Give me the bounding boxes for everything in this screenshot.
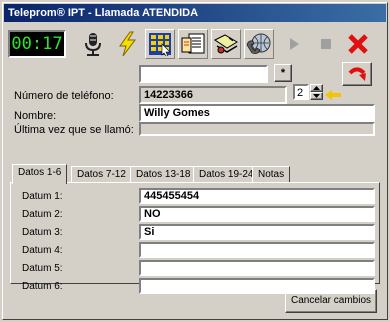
datum-label: Datum 1: bbox=[22, 191, 63, 202]
asterisk-button[interactable]: * bbox=[274, 64, 292, 82]
tab-datos-1-6[interactable]: Datos 1-6 bbox=[12, 164, 68, 184]
stop-button[interactable] bbox=[311, 29, 341, 59]
last-call-field bbox=[139, 122, 375, 136]
datum-label: Datum 5: bbox=[22, 263, 63, 274]
call-timer: 00:17 bbox=[8, 30, 66, 58]
arrow-up-icon bbox=[313, 86, 320, 90]
tab-datos-7-12[interactable]: Datos 7-12 bbox=[71, 166, 132, 183]
datum-3-input[interactable]: Si bbox=[139, 224, 375, 240]
pointer-arrow-icon bbox=[325, 90, 341, 100]
datum-label: Datum 4: bbox=[22, 245, 63, 256]
tab-datos-19-24[interactable]: Datos 19-24 bbox=[193, 166, 260, 183]
redial-button[interactable] bbox=[342, 62, 372, 86]
datum-label: Datum 6: bbox=[22, 281, 63, 292]
lightning-icon bbox=[119, 31, 136, 57]
tab-datos-13-18[interactable]: Datos 13-18 bbox=[130, 166, 197, 183]
play-button[interactable] bbox=[279, 29, 309, 59]
datum-label: Datum 3: bbox=[22, 227, 63, 238]
close-call-button[interactable] bbox=[343, 29, 373, 59]
spin-up-button[interactable] bbox=[310, 84, 323, 92]
phone-number-field: 14223366 bbox=[139, 86, 287, 104]
microphone-icon bbox=[85, 33, 101, 56]
phone-network-icon bbox=[246, 33, 271, 54]
phone-label: Número de teléfono: bbox=[14, 90, 114, 102]
tab-notas[interactable]: Notas bbox=[252, 166, 291, 183]
name-label: Nombre: bbox=[14, 110, 57, 122]
datum-label: Datum 2: bbox=[22, 209, 63, 220]
arrow-down-icon bbox=[313, 94, 320, 98]
spin-value[interactable]: 2 bbox=[293, 84, 309, 100]
keypad-button[interactable] bbox=[145, 29, 175, 59]
window-title: Teleprom® IPT - Llamada ATENDIDA bbox=[4, 4, 386, 22]
datum-4-input[interactable] bbox=[139, 242, 375, 258]
script-icon bbox=[181, 33, 205, 54]
microphone-button[interactable] bbox=[78, 29, 108, 59]
datum-1-input[interactable]: 445455454 bbox=[139, 188, 375, 204]
datum-2-input[interactable]: NO bbox=[139, 206, 375, 222]
search-input[interactable] bbox=[139, 65, 268, 83]
transfer-button[interactable] bbox=[211, 29, 241, 59]
spin-down-button[interactable] bbox=[310, 92, 323, 100]
datum-5-input[interactable] bbox=[139, 260, 375, 276]
lightning-button[interactable] bbox=[112, 29, 142, 59]
close-icon bbox=[348, 34, 368, 54]
phone-network-button[interactable] bbox=[244, 29, 274, 59]
redial-icon bbox=[348, 67, 366, 81]
script-button[interactable] bbox=[178, 29, 208, 59]
stop-icon bbox=[321, 39, 331, 49]
transfer-icon bbox=[214, 34, 238, 54]
datum-6-input[interactable] bbox=[139, 278, 375, 294]
keypad-icon bbox=[149, 33, 171, 56]
play-icon bbox=[290, 38, 299, 50]
name-input[interactable]: Willy Gomes bbox=[139, 104, 375, 122]
last-call-label: Última vez que se llamó: bbox=[14, 124, 134, 136]
